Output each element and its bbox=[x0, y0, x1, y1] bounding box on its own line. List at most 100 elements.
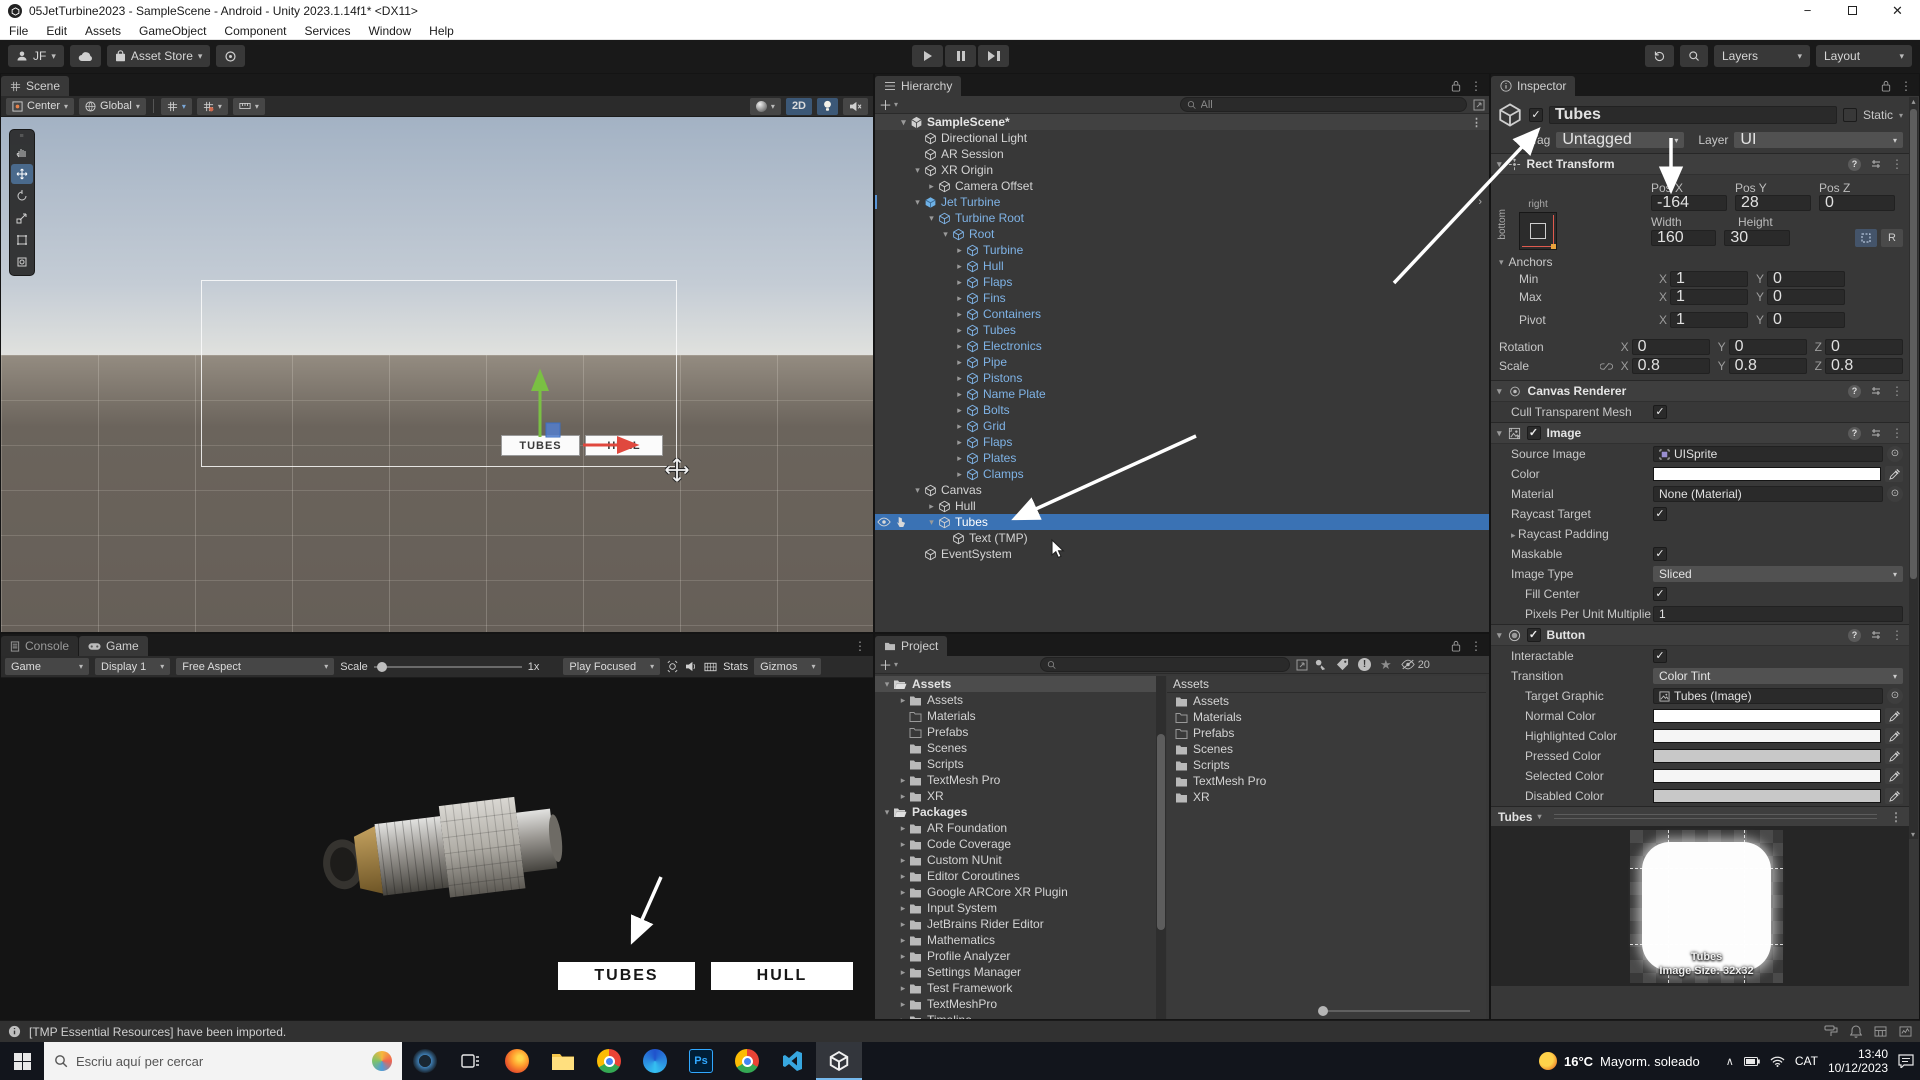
hierarchy-item[interactable]: EventSystem bbox=[875, 546, 1489, 562]
tool-orientation-dropdown[interactable]: Global ▾ bbox=[79, 97, 146, 115]
start-button[interactable] bbox=[0, 1042, 44, 1080]
expander-icon[interactable]: ▾ bbox=[911, 197, 924, 208]
wifi-icon[interactable] bbox=[1770, 1056, 1785, 1067]
hierarchy-menu-icon[interactable]: ⋮ bbox=[1470, 79, 1482, 93]
section-menu-icon[interactable]: ⋮ bbox=[1891, 384, 1903, 398]
file-explorer-icon[interactable] bbox=[540, 1042, 586, 1080]
lock-icon[interactable] bbox=[1451, 640, 1461, 652]
project-tree-item[interactable]: Scripts bbox=[875, 756, 1156, 772]
project-menu-icon[interactable]: ⋮ bbox=[1470, 639, 1482, 653]
expander-icon[interactable]: ▾ bbox=[897, 117, 910, 128]
hierarchy-item[interactable]: Directional Light bbox=[875, 130, 1489, 146]
search-button[interactable] bbox=[1680, 45, 1708, 67]
hierarchy-item[interactable]: ▸ Pipe bbox=[875, 354, 1489, 370]
layers-dropdown[interactable]: Layers ▾ bbox=[1714, 45, 1810, 67]
project-tree-item[interactable]: ▸ Custom NUnit bbox=[875, 852, 1156, 868]
expander-icon[interactable]: ▾ bbox=[925, 517, 938, 528]
expander-icon[interactable]: ▸ bbox=[953, 405, 966, 416]
expander-icon[interactable]: ▾ bbox=[911, 165, 924, 176]
pos-z-field[interactable]: 0 bbox=[1819, 194, 1895, 211]
link-broken-icon[interactable] bbox=[1600, 362, 1613, 371]
account-button[interactable]: JF ▾ bbox=[8, 45, 64, 67]
game-view-dropdown[interactable]: Game ▾ bbox=[5, 658, 89, 675]
rotation-x[interactable]: 0 bbox=[1631, 338, 1710, 355]
tab-game[interactable]: Game bbox=[79, 636, 148, 656]
anchor-preset-widget[interactable]: right bbox=[1519, 199, 1557, 252]
hierarchy-item[interactable]: ▸ Containers bbox=[875, 306, 1489, 322]
presets-icon[interactable] bbox=[1870, 158, 1882, 170]
undo-history-button[interactable] bbox=[1645, 45, 1674, 67]
section-button[interactable]: ▾ ✓ Button? ⋮ bbox=[1491, 624, 1909, 646]
preview-menu-icon[interactable]: ⋮ bbox=[1890, 810, 1902, 824]
section-menu-icon[interactable]: ⋮ bbox=[1891, 426, 1903, 440]
expander-icon[interactable]: ▸ bbox=[953, 341, 966, 352]
raw-edit-button[interactable]: R bbox=[1880, 229, 1903, 247]
visual-studio-icon[interactable] bbox=[770, 1042, 816, 1080]
project-tree-item[interactable]: ▸ Editor Coroutines bbox=[875, 868, 1156, 884]
pivot-x[interactable]: 1 bbox=[1670, 311, 1749, 328]
project-tree-item[interactable]: Prefabs bbox=[875, 724, 1156, 740]
game-hull-button[interactable]: HULL bbox=[711, 962, 853, 990]
tab-console[interactable]: Console bbox=[1, 636, 79, 656]
project-tree-item[interactable]: ▸Timeline bbox=[875, 1012, 1156, 1019]
anchor-min-x[interactable]: 1 bbox=[1670, 270, 1749, 287]
firefox-icon[interactable] bbox=[494, 1042, 540, 1080]
step-button[interactable] bbox=[978, 45, 1009, 67]
eyedropper-button[interactable] bbox=[1885, 748, 1903, 764]
tab-scene[interactable]: Scene bbox=[1, 76, 70, 96]
paint-icon[interactable] bbox=[1824, 1025, 1838, 1038]
color-swatch[interactable] bbox=[1653, 789, 1881, 803]
project-tree-item[interactable]: ▸ Google ARCore XR Plugin bbox=[875, 884, 1156, 900]
tab-inspector[interactable]: Inspector bbox=[1491, 76, 1576, 96]
project-tree-item[interactable]: ▸ JetBrains Rider Editor bbox=[875, 916, 1156, 932]
eyedropper-button[interactable] bbox=[1885, 728, 1903, 744]
game-tubes-button[interactable]: TUBES bbox=[558, 962, 695, 990]
scale-y[interactable]: 0.8 bbox=[1728, 357, 1807, 374]
presets-icon[interactable] bbox=[1870, 385, 1882, 397]
anchor-min-y[interactable]: 0 bbox=[1767, 270, 1846, 287]
hierarchy-item[interactable]: ▸ Clamps bbox=[875, 466, 1489, 482]
task-view-icon[interactable] bbox=[448, 1042, 494, 1080]
presets-icon[interactable] bbox=[1870, 629, 1882, 641]
search-highlights-icon[interactable] bbox=[372, 1051, 392, 1071]
lock-icon[interactable] bbox=[1451, 80, 1461, 92]
help-icon[interactable]: ? bbox=[1848, 157, 1861, 171]
open-window-icon[interactable] bbox=[1473, 99, 1485, 111]
color-swatch[interactable] bbox=[1653, 709, 1881, 723]
gizmos-dropdown[interactable]: Gizmos ▾ bbox=[754, 658, 822, 675]
layout-grid-icon[interactable] bbox=[1874, 1026, 1887, 1037]
hierarchy-item[interactable]: ▸ Bolts bbox=[875, 402, 1489, 418]
eyedropper-button[interactable] bbox=[1885, 708, 1903, 724]
measure-toggle[interactable]: ▾ bbox=[232, 97, 265, 115]
move-tool-button[interactable] bbox=[11, 164, 33, 184]
project-tree-item[interactable]: ▸ TextMeshPro bbox=[875, 996, 1156, 1012]
anchor-max-x[interactable]: 1 bbox=[1670, 288, 1749, 305]
value-field[interactable]: 1 bbox=[1653, 606, 1903, 622]
object-picker-icon[interactable]: ⊙ bbox=[1887, 486, 1903, 502]
expander-icon[interactable]: ▸ bbox=[953, 277, 966, 288]
menu-help[interactable]: Help bbox=[420, 24, 463, 38]
blueprint-mode-button[interactable] bbox=[1854, 229, 1877, 247]
layer-dropdown[interactable]: UI ▾ bbox=[1734, 131, 1903, 148]
close-button[interactable]: ✕ bbox=[1875, 0, 1920, 22]
menu-assets[interactable]: Assets bbox=[76, 24, 130, 38]
expander-icon[interactable]: ▾ bbox=[911, 485, 924, 496]
object-name-field[interactable]: Tubes bbox=[1549, 106, 1837, 124]
scene-audio-toggle[interactable] bbox=[843, 97, 868, 115]
grid-snap-toggle[interactable]: ▾ bbox=[160, 97, 192, 115]
label-icon[interactable] bbox=[1336, 658, 1349, 671]
row-visibility-toggles[interactable] bbox=[877, 516, 906, 528]
eyedropper-button[interactable] bbox=[1885, 466, 1903, 482]
expander-icon[interactable]: ▸ bbox=[925, 181, 938, 192]
pivot-y[interactable]: 0 bbox=[1767, 311, 1846, 328]
open-window-icon[interactable] bbox=[1296, 659, 1308, 671]
prefab-open-arrow[interactable]: › bbox=[1478, 196, 1482, 208]
import-icon[interactable] bbox=[1314, 658, 1327, 671]
favorites-icon[interactable]: ★ bbox=[1380, 657, 1392, 673]
view-tool-button[interactable] bbox=[11, 142, 33, 162]
scale-x[interactable]: 0.8 bbox=[1631, 357, 1710, 374]
object-field[interactable]: UISprite bbox=[1653, 446, 1883, 462]
dropdown[interactable]: Color Tint ▾ bbox=[1653, 668, 1903, 684]
inspector-menu-icon[interactable]: ⋮ bbox=[1900, 79, 1912, 93]
expander-icon[interactable]: ▸ bbox=[953, 373, 966, 384]
